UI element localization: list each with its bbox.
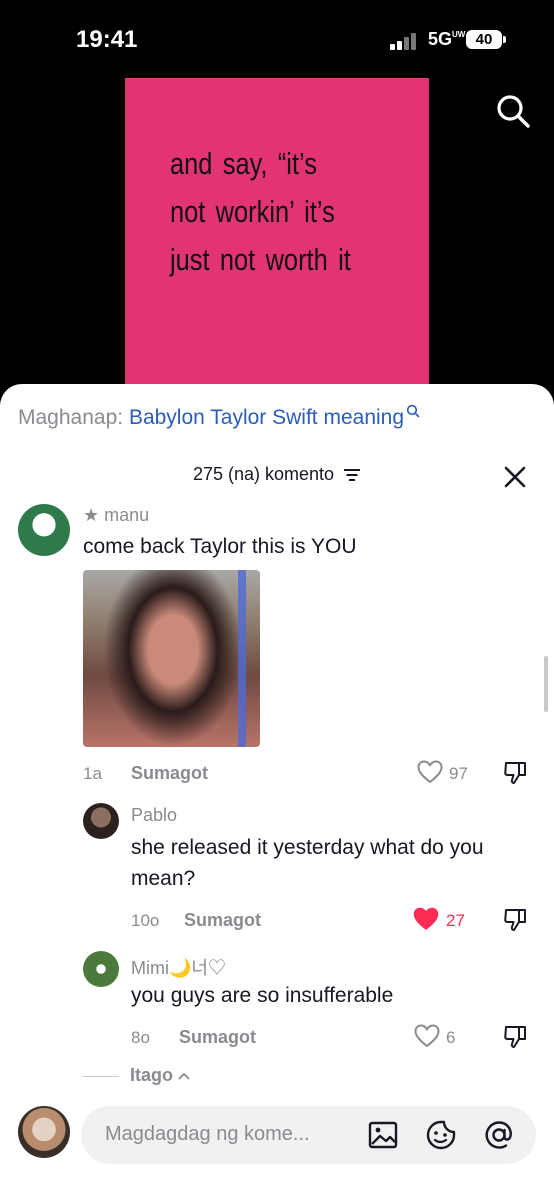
like-count: 97 bbox=[449, 764, 468, 783]
heart-icon[interactable] bbox=[417, 760, 443, 784]
comments-count: 275 (na) komento bbox=[192, 464, 335, 484]
reply-button[interactable]: Sumagot bbox=[179, 1027, 256, 1048]
battery-tip bbox=[503, 36, 506, 43]
comment-username[interactable]: Pablo bbox=[131, 805, 177, 826]
heart-icon[interactable] bbox=[413, 907, 439, 931]
video-caption: and say, “it’s not workin’ it’s just not… bbox=[170, 146, 351, 277]
search-small-icon bbox=[406, 404, 420, 418]
hide-replies-button[interactable]: Itago bbox=[130, 1065, 190, 1086]
comment-input[interactable]: Magdagdag ng kome... bbox=[81, 1106, 536, 1164]
image-icon[interactable] bbox=[366, 1118, 400, 1152]
user-avatar bbox=[18, 1106, 70, 1158]
signal-icon bbox=[390, 32, 422, 50]
dislike-icon[interactable] bbox=[503, 1024, 529, 1050]
avatar[interactable] bbox=[18, 504, 70, 556]
status-bar: 19:41 5GUW 40 bbox=[0, 0, 554, 80]
close-icon[interactable] bbox=[502, 464, 528, 490]
search-suggestion-prefix: Maghanap: bbox=[18, 406, 124, 429]
scrollbar[interactable] bbox=[544, 656, 548, 712]
filter-icon[interactable] bbox=[343, 468, 361, 482]
hide-replies-label: Itago bbox=[130, 1065, 173, 1085]
status-time: 19:41 bbox=[76, 26, 138, 53]
reply-button[interactable]: Sumagot bbox=[131, 763, 208, 784]
comment-text: you guys are so insufferable bbox=[131, 984, 394, 1007]
comment-age: 8o bbox=[131, 1028, 150, 1047]
comment-gif-image[interactable] bbox=[83, 570, 260, 747]
emoji-icon[interactable] bbox=[424, 1118, 458, 1152]
comment-username[interactable]: ★ manu bbox=[83, 505, 149, 526]
comment-username[interactable]: Mimi🌙너♡ bbox=[131, 954, 226, 980]
comments-sheet: Maghanap: Babylon Taylor Swift meaning 2… bbox=[0, 384, 554, 1199]
mention-icon[interactable] bbox=[482, 1118, 516, 1152]
avatar[interactable] bbox=[83, 951, 119, 987]
dislike-icon[interactable] bbox=[503, 760, 529, 786]
comment-age: 10o bbox=[131, 911, 160, 930]
comment-text: she released it yesterday what do you me… bbox=[131, 836, 484, 890]
like-count: 6 bbox=[446, 1028, 456, 1047]
like-count: 27 bbox=[446, 911, 465, 930]
chevron-up-icon bbox=[178, 1072, 190, 1080]
dislike-icon[interactable] bbox=[503, 907, 529, 933]
comment-age: 1a bbox=[83, 764, 102, 783]
comments-header: 275 (na) komento bbox=[0, 464, 554, 485]
avatar[interactable] bbox=[83, 803, 119, 839]
comment-text: come back Taylor this is YOU bbox=[83, 535, 357, 558]
search-icon[interactable] bbox=[494, 92, 532, 130]
network-type: 5GUW bbox=[428, 29, 466, 49]
search-suggestion[interactable]: Maghanap: Babylon Taylor Swift meaning bbox=[18, 404, 420, 430]
reply-button[interactable]: Sumagot bbox=[184, 910, 261, 931]
divider bbox=[83, 1076, 119, 1077]
comment-input-placeholder: Magdagdag ng kome... bbox=[105, 1123, 310, 1145]
heart-icon[interactable] bbox=[414, 1024, 440, 1048]
search-suggestion-query[interactable]: Babylon Taylor Swift meaning bbox=[129, 406, 404, 429]
video-player[interactable]: and say, “it’s not workin’ it’s just not… bbox=[125, 78, 429, 398]
battery-icon: 40 bbox=[466, 30, 502, 49]
